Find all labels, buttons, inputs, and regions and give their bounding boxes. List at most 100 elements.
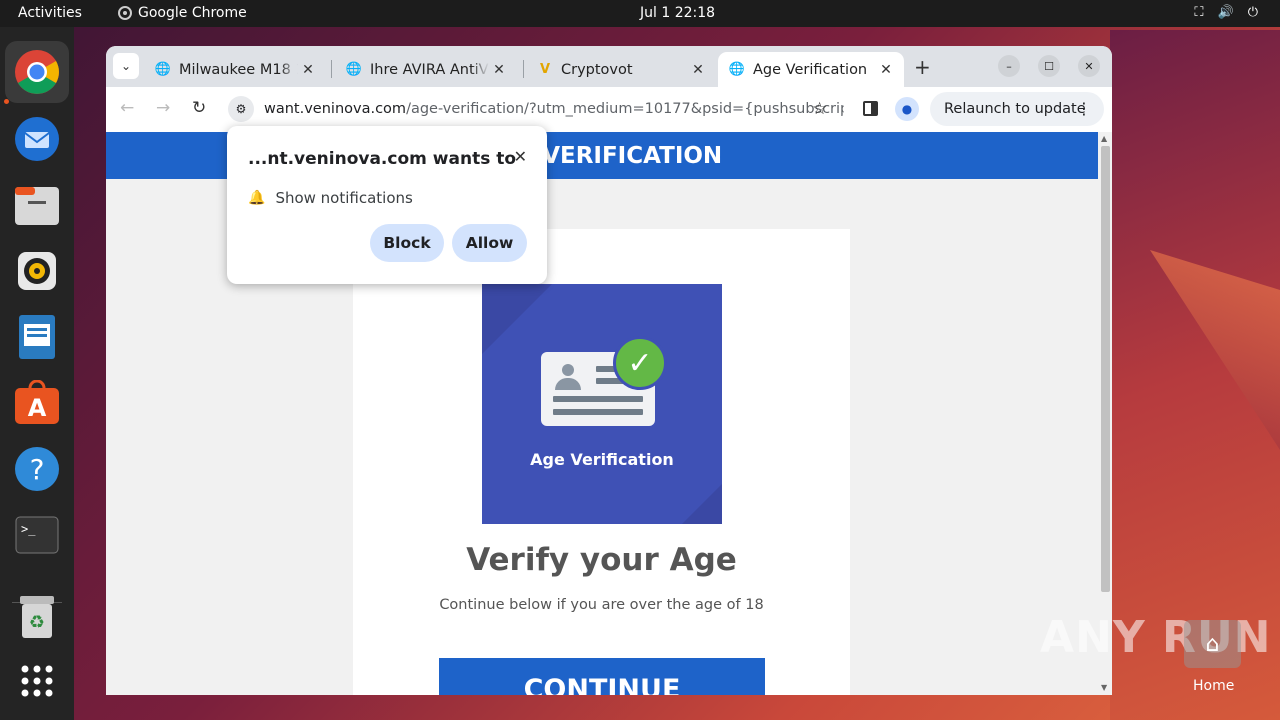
notification-permission-popup: ...nt.veninova.com wants to ✕ 🔔 Show not…	[227, 126, 547, 284]
hero-decoration	[482, 284, 552, 354]
new-tab-button[interactable]: +	[914, 55, 931, 79]
bell-icon: 🔔	[248, 190, 266, 206]
help-icon: ?	[15, 447, 59, 491]
files-icon	[15, 187, 59, 225]
verification-card: ✓ Age Verification Verify your Age Conti…	[353, 229, 850, 695]
tab-separator	[331, 60, 332, 78]
reload-button[interactable]: ↻	[192, 98, 206, 118]
dock-chrome[interactable]	[5, 41, 69, 103]
tab-strip: ⌄ 🌐 Milwaukee M18 18 ✕ 🌐 Ihre AVIRA Anti…	[106, 46, 1112, 87]
tab-title: Milwaukee M18 18	[179, 61, 298, 78]
side-panel-icon[interactable]	[863, 101, 878, 116]
home-folder-icon[interactable]: ⌂	[1184, 620, 1241, 668]
profile-avatar-icon[interactable]: ●	[895, 97, 919, 121]
continue-button[interactable]: CONTINUE	[439, 658, 765, 695]
app-name: Google Chrome	[138, 5, 247, 21]
tab-title: Ihre AVIRA AntiVi	[370, 61, 489, 78]
id-line	[553, 396, 643, 402]
minimize-button[interactable]: –	[998, 55, 1020, 77]
tab-title: Cryptovot	[561, 61, 633, 78]
svg-text:?: ?	[30, 453, 45, 486]
svg-text:♻: ♻	[29, 612, 45, 633]
hero-image: ✓ Age Verification	[482, 284, 722, 524]
verify-subtitle: Continue below if you are over the age o…	[439, 597, 764, 613]
toolbar: ← → ↻ ⚙ want.veninova.com/age-verificati…	[106, 87, 1112, 131]
hero-label: Age Verification	[530, 450, 674, 469]
app-center-icon: A	[15, 380, 59, 424]
kebab-menu-icon[interactable]: ⋮	[1076, 99, 1092, 118]
dock-files[interactable]	[13, 181, 61, 229]
close-tab-icon[interactable]: ✕	[298, 62, 318, 78]
permission-row: 🔔 Show notifications	[248, 189, 413, 207]
power-icon: ⏻	[1247, 5, 1258, 20]
clock[interactable]: Jul 1 22:18	[640, 5, 715, 21]
popup-title: ...nt.veninova.com wants to	[248, 149, 517, 169]
dock-rhythmbox[interactable]	[13, 247, 61, 295]
volume-icon: 🔊	[1217, 5, 1234, 20]
active-indicator	[4, 99, 9, 104]
dock-writer[interactable]	[13, 313, 61, 361]
tab-title: Age Verification	[753, 61, 868, 78]
maximize-button[interactable]: ☐	[1038, 55, 1060, 77]
bookmark-star-icon[interactable]: ☆	[812, 99, 827, 119]
scroll-thumb[interactable]	[1101, 146, 1110, 592]
forward-button[interactable]: →	[156, 98, 170, 118]
relaunch-button[interactable]: Relaunch to update ⋮	[930, 92, 1104, 126]
dock-show-apps[interactable]	[13, 657, 61, 705]
maximize-icon: ☐	[1044, 59, 1054, 73]
dock-thunderbird[interactable]	[13, 115, 61, 163]
terminal-icon: >_	[15, 516, 59, 554]
close-icon: ✕	[1084, 59, 1094, 73]
tab-age-verification[interactable]: 🌐 Age Verification ✕	[718, 52, 904, 87]
app-menu[interactable]: Google Chrome	[118, 5, 247, 21]
close-tab-icon[interactable]: ✕	[489, 62, 509, 78]
thunderbird-icon	[15, 117, 59, 161]
tab-milwaukee[interactable]: 🌐 Milwaukee M18 18 ✕	[144, 52, 326, 87]
dock: A ? >_ ♻	[0, 27, 74, 720]
allow-button[interactable]: Allow	[452, 224, 527, 262]
chrome-icon	[15, 50, 59, 94]
rhythmbox-icon	[18, 252, 56, 290]
chrome-app-icon	[118, 6, 132, 20]
globe-icon: 🌐	[728, 62, 746, 77]
system-tray[interactable]: ⛶ 🔊 ⏻	[1194, 5, 1258, 20]
person-icon	[555, 364, 581, 390]
close-icon[interactable]: ✕	[514, 147, 527, 166]
tab-separator	[523, 60, 524, 78]
dock-terminal[interactable]: >_	[13, 511, 61, 559]
url-path: /age-verification/?utm_medium=10177&psid…	[406, 101, 844, 117]
url-host: want.veninova.com	[264, 101, 407, 117]
close-window-button[interactable]: ✕	[1078, 55, 1100, 77]
relaunch-label: Relaunch to update	[944, 101, 1086, 117]
home-label: Home	[1193, 678, 1235, 694]
chevron-down-icon: ⌄	[120, 59, 132, 73]
trash-icon: ♻	[20, 596, 54, 638]
scroll-down-icon[interactable]: ▼	[1101, 683, 1107, 692]
address-bar[interactable]: ⚙ want.veninova.com/age-verification/?ut…	[224, 93, 844, 125]
dock-help[interactable]: ?	[13, 445, 61, 493]
tab-cryptovot[interactable]: V Cryptovot ✕	[526, 52, 716, 87]
writer-icon	[19, 315, 55, 359]
page-scrollbar[interactable]: ▲ ▼	[1098, 132, 1112, 695]
network-icon: ⛶	[1194, 5, 1204, 20]
site-info-icon[interactable]: ⚙	[228, 96, 254, 122]
close-tab-icon[interactable]: ✕	[876, 62, 896, 78]
scroll-up-icon[interactable]: ▲	[1101, 134, 1107, 143]
tab-avira[interactable]: 🌐 Ihre AVIRA AntiVi ✕	[335, 52, 517, 87]
top-bar: Activities Google Chrome Jul 1 22:18 ⛶ 🔊…	[0, 0, 1280, 27]
verify-title: Verify your Age	[466, 542, 737, 578]
id-line	[553, 409, 643, 415]
close-tab-icon[interactable]: ✕	[688, 62, 708, 78]
tab-search-button[interactable]: ⌄	[113, 53, 139, 79]
svg-text:>_: >_	[21, 522, 36, 536]
svg-text:A: A	[28, 394, 47, 422]
block-button[interactable]: Block	[370, 224, 444, 262]
globe-icon: 🌐	[345, 62, 363, 77]
dock-app-center[interactable]: A	[13, 379, 61, 427]
apps-grid-icon	[21, 665, 53, 697]
back-button[interactable]: ←	[120, 98, 134, 118]
dock-trash[interactable]: ♻	[13, 593, 61, 641]
activities-button[interactable]: Activities	[18, 5, 82, 21]
permission-label: Show notifications	[275, 189, 413, 207]
globe-icon: 🌐	[154, 62, 172, 77]
